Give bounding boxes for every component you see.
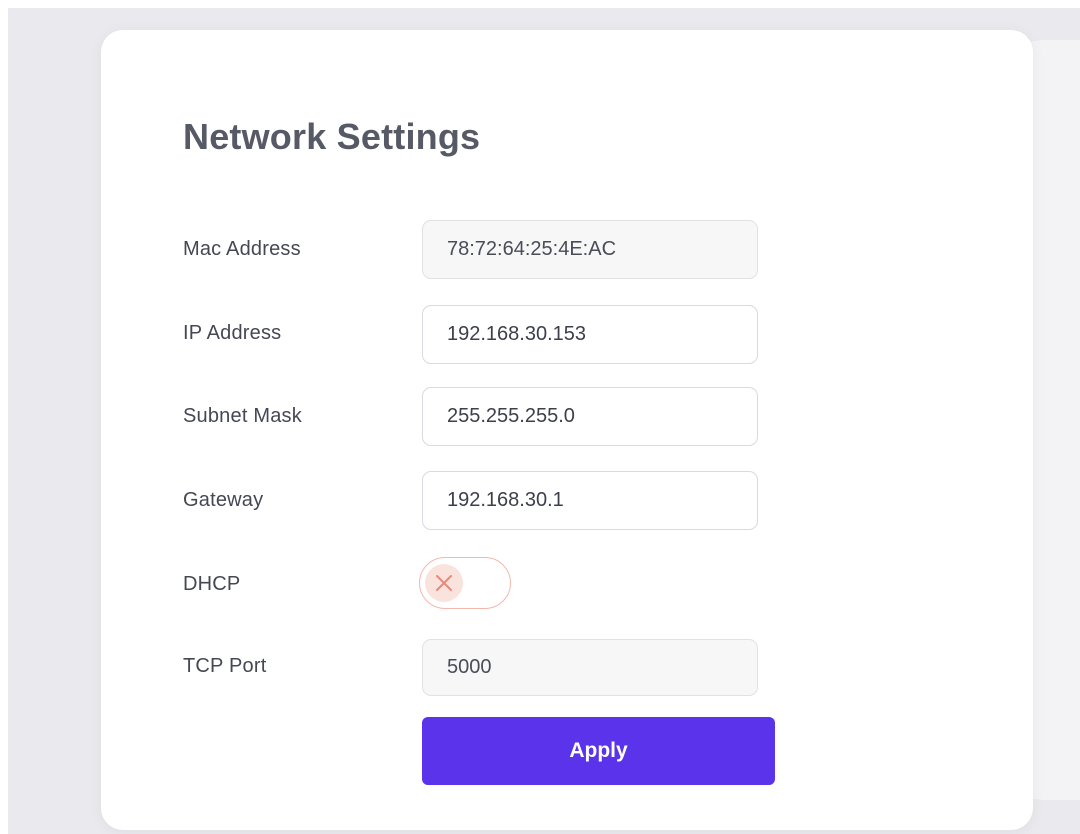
dhcp-toggle-knob bbox=[425, 564, 463, 602]
ip-address-label: IP Address bbox=[183, 322, 282, 344]
tcp-port-label: TCP Port bbox=[183, 655, 267, 677]
subnet-mask-label: Subnet Mask bbox=[183, 405, 302, 427]
top-edge bbox=[0, 0, 1080, 8]
tcp-port-field[interactable] bbox=[422, 639, 758, 696]
close-icon bbox=[436, 575, 452, 591]
apply-button[interactable]: Apply bbox=[422, 717, 775, 785]
subnet-mask-field[interactable] bbox=[422, 387, 758, 446]
mac-address-label: Mac Address bbox=[183, 238, 301, 260]
page-title: Network Settings bbox=[183, 116, 481, 157]
gateway-field[interactable] bbox=[422, 471, 758, 530]
dhcp-label: DHCP bbox=[183, 573, 241, 595]
left-edge bbox=[0, 0, 8, 834]
network-settings-card: Network Settings Mac Address IP Address … bbox=[101, 30, 1033, 830]
gateway-label: Gateway bbox=[183, 489, 264, 511]
mac-address-field[interactable] bbox=[422, 220, 758, 279]
dhcp-toggle[interactable] bbox=[419, 557, 511, 609]
ip-address-field[interactable] bbox=[422, 305, 758, 364]
